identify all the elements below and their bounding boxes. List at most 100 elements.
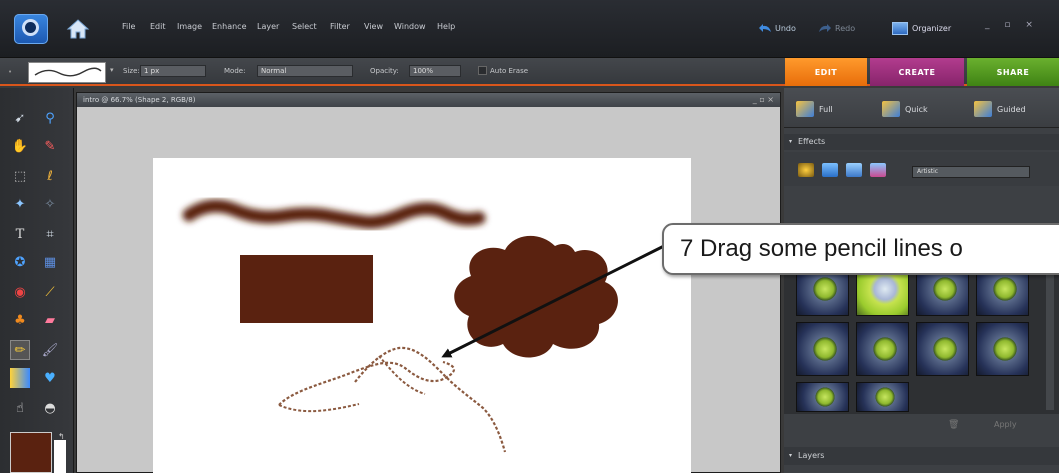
gradient-tool-icon[interactable]: [10, 368, 30, 388]
menu-file[interactable]: File: [122, 22, 135, 36]
lasso-tool-icon[interactable]: ℓ: [40, 166, 60, 186]
menu-edit[interactable]: Edit: [150, 22, 166, 36]
smudge-tool-icon[interactable]: ☝: [10, 398, 30, 418]
tool-preset-handle-icon: •: [8, 68, 13, 76]
application-window: File Edit Image Enhance Layer Select Fil…: [0, 0, 1059, 473]
layers-header-label: Layers: [798, 451, 825, 460]
magic-wand-tool-icon[interactable]: ✦: [10, 194, 30, 214]
foreground-color-swatch[interactable]: [10, 432, 52, 473]
sponge-tool-icon[interactable]: ◓: [40, 398, 60, 418]
eyedropper-tool-icon[interactable]: ✎: [40, 136, 60, 156]
effect-thumbnail[interactable]: [796, 322, 849, 376]
window-controls[interactable]: _ ▫ ×: [985, 20, 1039, 30]
tab-edit[interactable]: EDIT: [785, 58, 867, 86]
marquee-tool-icon[interactable]: ⬚: [10, 166, 30, 186]
organizer-button[interactable]: Organizer: [888, 18, 966, 38]
apply-button[interactable]: Apply: [994, 420, 1017, 429]
mode-select[interactable]: Normal: [257, 65, 353, 77]
layers-panel-header[interactable]: ▾ Layers: [784, 447, 1059, 465]
rectangle-shape: [240, 255, 373, 323]
background-color-swatch[interactable]: [54, 440, 66, 473]
menu-window[interactable]: Window: [394, 22, 426, 36]
menu-view[interactable]: View: [364, 22, 383, 36]
hand-tool-icon[interactable]: ✋: [10, 136, 30, 156]
pencil-line-4: [378, 355, 426, 395]
effect-thumbnail[interactable]: [916, 322, 969, 376]
mode-label: Mode:: [224, 67, 246, 75]
layer-styles-icon[interactable]: [822, 163, 838, 177]
collapse-triangle-icon: ▾: [789, 138, 793, 145]
redo-button[interactable]: Redo: [818, 20, 855, 36]
brush-preview[interactable]: [28, 62, 106, 83]
instruction-callout: 7 Drag some pencil lines o: [662, 223, 1059, 275]
undo-icon: [759, 24, 771, 32]
panel-mode-bar: Full Quick Guided: [784, 88, 1059, 128]
cookie-cutter-tool-icon[interactable]: ✪: [10, 252, 30, 272]
menu-image[interactable]: Image: [177, 22, 202, 36]
undo-label: Undo: [775, 23, 796, 33]
auto-erase-label: Auto Erase: [490, 67, 529, 75]
document-window-controls[interactable]: _ ▫ ×: [753, 93, 774, 107]
undo-button[interactable]: Undo: [758, 20, 796, 36]
tab-create[interactable]: CREATE: [870, 58, 964, 86]
mode-full-button[interactable]: Full: [796, 100, 833, 118]
effect-thumbnail[interactable]: [796, 382, 849, 412]
selection-brush-tool-icon[interactable]: ✧: [40, 194, 60, 214]
redo-label: Redo: [835, 23, 856, 33]
effect-thumbnail[interactable]: [856, 382, 909, 412]
all-effects-icon[interactable]: [870, 163, 886, 177]
red-eye-tool-icon[interactable]: ◉: [10, 282, 30, 302]
effect-thumbnail[interactable]: [856, 322, 909, 376]
guided-edit-icon: [974, 101, 992, 117]
menu-select[interactable]: Select: [292, 22, 317, 36]
mode-guided-button[interactable]: Guided: [974, 100, 1026, 118]
photo-effects-icon[interactable]: [846, 163, 862, 177]
size-field[interactable]: 1 px: [140, 65, 206, 77]
effects-thumbnail-grid: [784, 254, 1059, 414]
pencil-tool-icon[interactable]: ✏: [10, 340, 30, 360]
mode-quick-button[interactable]: Quick: [882, 100, 928, 118]
menu-help[interactable]: Help: [437, 22, 455, 36]
full-edit-icon: [796, 101, 814, 117]
effect-thumbnail[interactable]: [976, 322, 1029, 376]
redo-icon: [819, 24, 831, 32]
menu-layer[interactable]: Layer: [257, 22, 279, 36]
document-window: intro @ 66.7% (Shape 2, RGB/8) _ ▫ ×: [76, 92, 781, 473]
move-tool-icon[interactable]: ➹: [10, 108, 30, 128]
document-tab[interactable]: intro @ 66.7% (Shape 2, RGB/8) _ ▫ ×: [77, 93, 780, 107]
eraser-tool-icon[interactable]: ▰: [40, 310, 60, 330]
straighten-tool-icon[interactable]: ▦: [40, 252, 60, 272]
mode-full-label: Full: [819, 104, 833, 114]
collapse-triangle-icon: ▾: [789, 452, 793, 459]
type-tool-icon[interactable]: T: [10, 224, 30, 244]
opacity-field[interactable]: 100%: [409, 65, 461, 77]
auto-erase-checkbox[interactable]: [478, 66, 487, 75]
menu-enhance[interactable]: Enhance: [212, 22, 247, 36]
filters-icon[interactable]: [798, 163, 814, 177]
quick-fix-icon: [882, 101, 900, 117]
menu-filter[interactable]: Filter: [330, 22, 350, 36]
organizer-label: Organizer: [912, 23, 952, 33]
mode-quick-label: Quick: [905, 104, 928, 114]
toolbox: ➹ ⚲ ✋ ✎ ⬚ ℓ ✦ ✧ T ⌗ ✪ ▦ ◉ ⟋ ♣ ▰ ✏ 🖌︎ ♥ ☝…: [0, 88, 74, 473]
crop-tool-icon[interactable]: ⌗: [40, 224, 60, 244]
effects-panel-header[interactable]: ▾ Effects: [784, 134, 1059, 150]
effects-category-dropdown[interactable]: Artistic: [912, 166, 1030, 178]
healing-brush-tool-icon[interactable]: ⟋: [40, 282, 60, 302]
mode-guided-label: Guided: [997, 104, 1026, 114]
tab-share[interactable]: SHARE: [967, 58, 1059, 86]
canvas-artwork: [182, 199, 618, 453]
brush-picker-arrow-icon[interactable]: ▾: [110, 66, 114, 74]
zoom-tool-icon[interactable]: ⚲: [40, 108, 60, 128]
document-title: intro @ 66.7% (Shape 2, RGB/8): [83, 96, 196, 104]
home-icon[interactable]: [66, 18, 90, 40]
thumbnail-scrollbar[interactable]: [1046, 260, 1054, 410]
clone-stamp-tool-icon[interactable]: ♣: [10, 310, 30, 330]
image-canvas[interactable]: [153, 158, 691, 473]
opacity-label: Opacity:: [370, 67, 399, 75]
trash-icon[interactable]: 🗑︎: [948, 420, 959, 430]
size-label: Size:: [123, 67, 140, 75]
brush-tool-icon[interactable]: 🖌︎: [40, 340, 60, 360]
shape-tool-icon[interactable]: ♥: [40, 368, 60, 388]
cloud-shape: [454, 235, 618, 358]
